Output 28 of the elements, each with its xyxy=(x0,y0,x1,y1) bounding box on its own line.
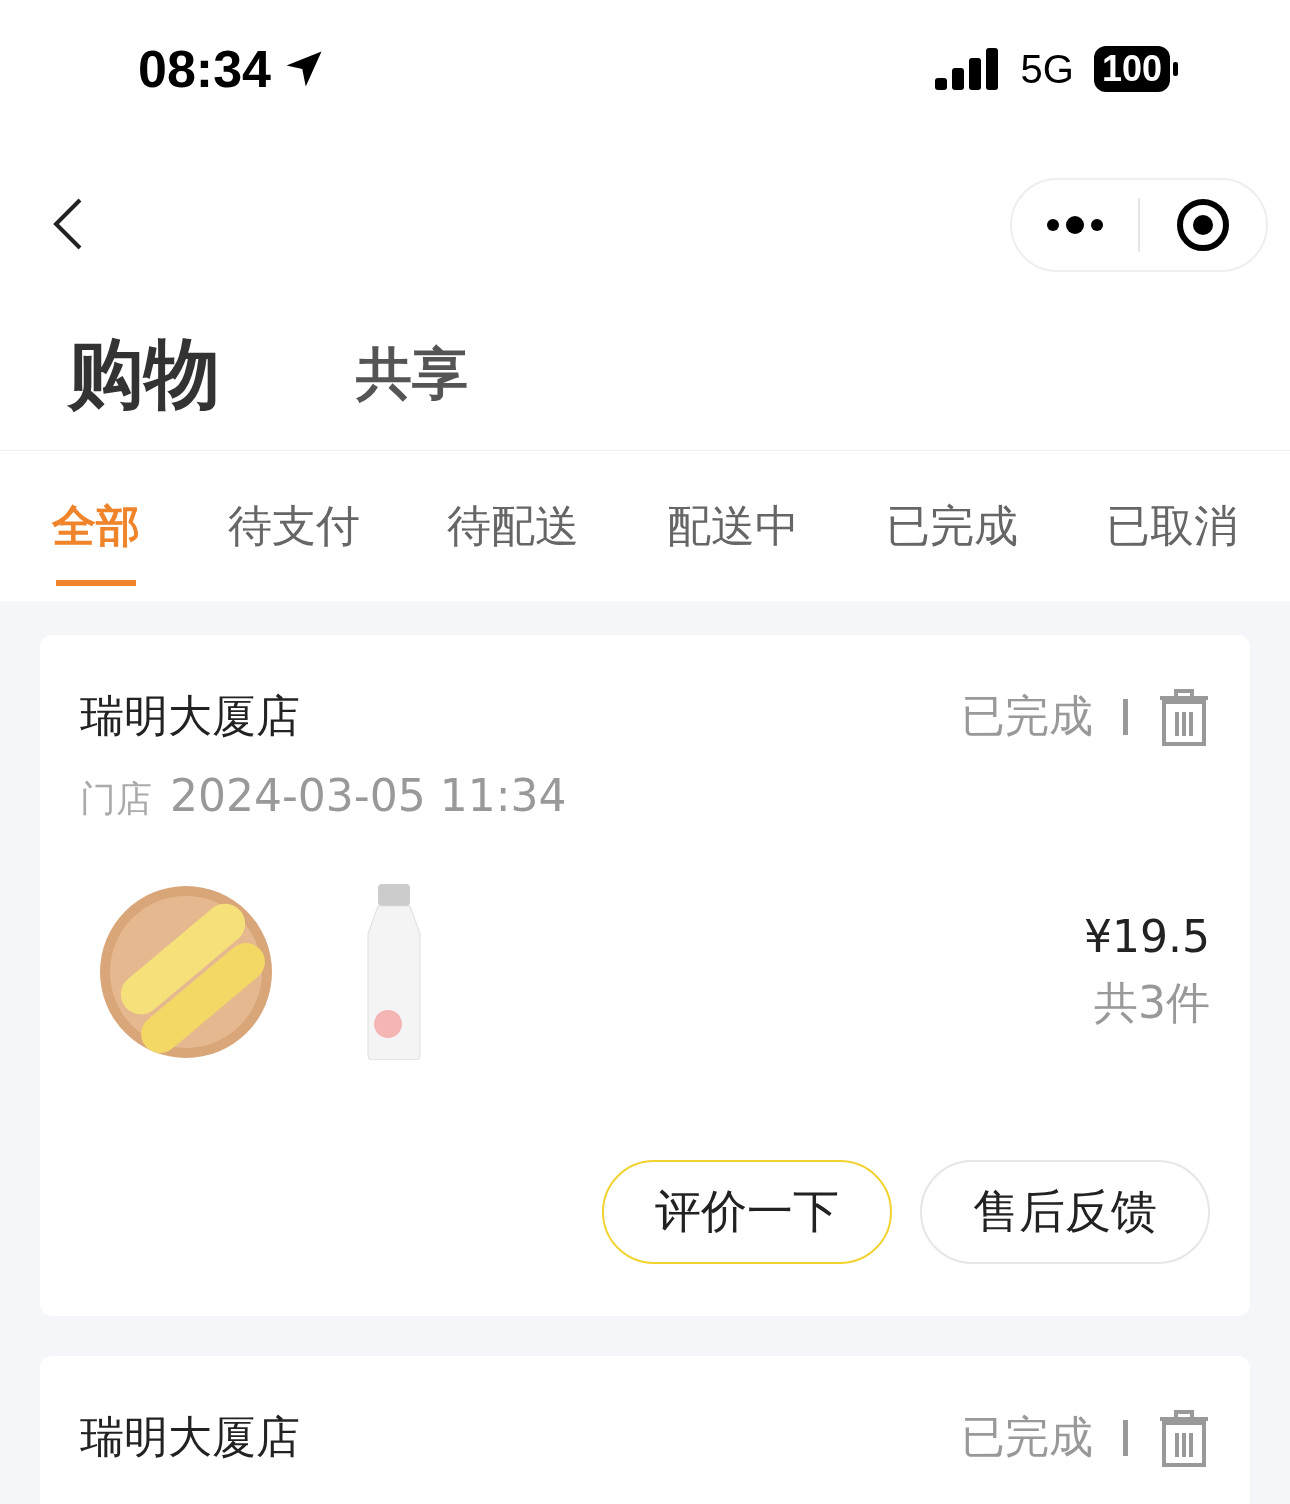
order-channel: 门店 xyxy=(80,777,152,821)
section-tab[interactable]: 共享 xyxy=(356,337,468,413)
network-label: 5G xyxy=(1020,46,1074,92)
close-icon xyxy=(1176,198,1230,252)
filter-tab[interactable]: 已完成 xyxy=(886,496,1019,556)
section-tab[interactable]: 购物 xyxy=(68,323,220,427)
more-icon xyxy=(1045,215,1105,235)
item-count: 共3件 xyxy=(1094,976,1210,1030)
battery-tip-icon xyxy=(1173,62,1178,76)
delete-button[interactable] xyxy=(1158,687,1210,746)
order-status: 已完成 xyxy=(961,689,1093,743)
trash-icon xyxy=(1158,687,1210,746)
trash-icon xyxy=(1158,1408,1210,1467)
order-price: ¥19.5 xyxy=(1084,911,1210,962)
signal-icon xyxy=(934,48,1001,90)
filter-tab[interactable]: 待支付 xyxy=(227,496,360,556)
status-time: 08:34 xyxy=(138,39,271,99)
order-action-button[interactable]: 评价一下 xyxy=(602,1160,892,1264)
battery-level: 100 xyxy=(1093,46,1170,92)
order-action-button[interactable]: 售后反馈 xyxy=(920,1160,1210,1264)
store-name: 瑞明大厦店 xyxy=(80,1410,300,1464)
store-name: 瑞明大厦店 xyxy=(80,689,300,743)
order-datetime: 2024-03-05 11:34 xyxy=(170,770,567,821)
filter-tab[interactable]: 已取消 xyxy=(1105,496,1238,556)
filter-tab[interactable]: 配送中 xyxy=(666,496,799,556)
order-status: 已完成 xyxy=(961,1410,1093,1464)
delete-button[interactable] xyxy=(1158,1408,1210,1467)
filter-tab[interactable]: 待配送 xyxy=(447,496,580,556)
